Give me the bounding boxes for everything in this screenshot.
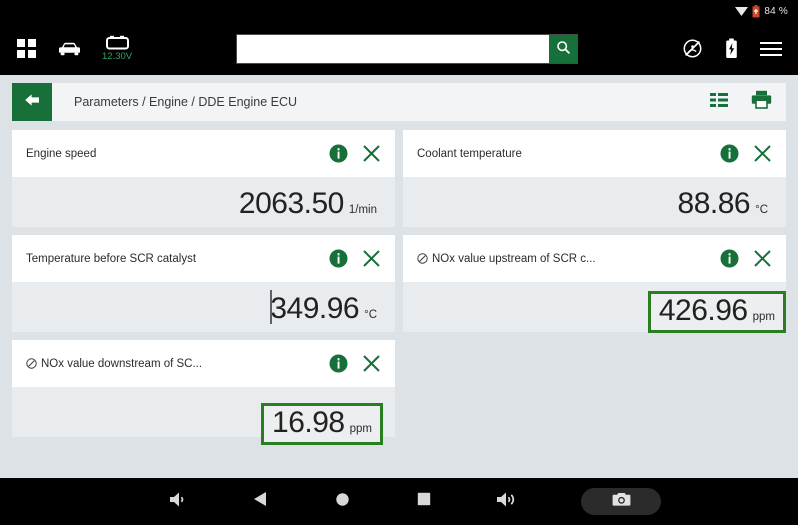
card-title: NOx value downstream of SC... <box>26 358 329 370</box>
volume-down-button[interactable] <box>137 478 219 525</box>
card-value-area: 2063.50 1/min <box>12 177 395 227</box>
text-caret <box>270 290 272 324</box>
card-title: Temperature before SCR catalyst <box>26 252 197 265</box>
card-title: Engine speed <box>26 147 97 160</box>
value-box-highlighted: 16.98 ppm <box>261 403 383 445</box>
battery-percent-label: 84 % <box>764 5 788 17</box>
close-icon[interactable] <box>362 144 381 163</box>
back-arrow-icon <box>23 92 42 113</box>
car-icon[interactable] <box>57 41 82 57</box>
parameter-value: 2063.50 <box>238 187 344 220</box>
search-input[interactable] <box>237 34 550 63</box>
system-status-bar: 84 % <box>0 0 798 22</box>
card-header: Coolant temperature <box>403 130 786 177</box>
blocked-circle-icon <box>417 252 428 264</box>
recents-button[interactable] <box>383 478 465 525</box>
value-box: 349.96 °C <box>264 293 383 326</box>
close-icon[interactable] <box>753 144 772 163</box>
parameter-unit: °C <box>364 309 377 321</box>
value-box: 2063.50 1/min <box>233 188 383 221</box>
card-value-area: 16.98 ppm <box>12 387 395 445</box>
info-icon[interactable] <box>329 354 348 373</box>
printer-icon[interactable] <box>751 90 772 114</box>
info-icon[interactable] <box>329 144 348 163</box>
circle-home-icon <box>335 492 350 512</box>
screenshot-button[interactable] <box>581 488 661 515</box>
card-title: Coolant temperature <box>417 147 522 160</box>
info-icon[interactable] <box>329 249 348 268</box>
search-button[interactable] <box>549 34 578 63</box>
volume-up-icon <box>496 491 517 513</box>
value-box-highlighted: 426.96 ppm <box>647 291 786 333</box>
square-recents-icon <box>417 492 431 511</box>
value-box: 88.86 °C <box>672 188 774 221</box>
parameter-unit: ppm <box>349 423 372 435</box>
volume-down-icon <box>169 491 188 513</box>
search-icon <box>556 40 571 58</box>
back-button[interactable] <box>219 478 301 525</box>
battery-voltage-icon <box>105 35 129 51</box>
card-title-text: NOx value downstream of SC... <box>41 357 203 370</box>
app-top-bar: 12.30V <box>0 22 798 75</box>
wifi-triangle-icon <box>735 6 749 17</box>
hamburger-menu-icon[interactable] <box>760 41 782 57</box>
triangle-back-icon <box>253 491 268 512</box>
tablet-screen: 84 % 12.30V Parameters / Engine / DDE En… <box>0 0 798 525</box>
parameter-card: Engine speed 2063.50 1/min <box>12 130 395 227</box>
close-icon[interactable] <box>753 249 772 268</box>
info-icon[interactable] <box>720 144 739 163</box>
card-header: NOx value upstream of SCR c... <box>403 235 786 282</box>
system-navigation-bar <box>0 478 798 525</box>
close-icon[interactable] <box>362 249 381 268</box>
parameter-card: NOx value downstream of SC... 16.98 ppm <box>12 340 395 445</box>
parameter-value: 426.96 <box>658 294 748 327</box>
parameter-card: NOx value upstream of SCR c... 426.96 pp… <box>403 235 786 333</box>
home-button[interactable] <box>301 478 383 525</box>
parameter-value: 16.98 <box>272 406 345 439</box>
back-button[interactable] <box>12 83 52 121</box>
battery-charging-icon[interactable] <box>725 38 738 59</box>
card-value-area: 88.86 °C <box>403 177 786 227</box>
card-header: Engine speed <box>12 130 395 177</box>
camera-icon <box>612 492 631 512</box>
info-icon[interactable] <box>720 249 739 268</box>
parameter-value: 349.96 <box>270 292 360 325</box>
card-title: NOx value upstream of SCR c... <box>417 253 720 265</box>
close-icon[interactable] <box>362 354 381 373</box>
card-header: NOx value downstream of SC... <box>12 340 395 387</box>
list-view-icon[interactable] <box>710 92 729 113</box>
parameter-unit: ppm <box>752 311 775 323</box>
parameter-unit: 1/min <box>348 204 377 216</box>
card-value-area: 349.96 °C <box>12 282 395 332</box>
parameter-card: Coolant temperature 88.86 °C <box>403 130 786 227</box>
blocked-circle-icon <box>26 357 37 369</box>
content-area: Parameters / Engine / DDE Engine ECU Eng… <box>0 75 798 478</box>
parameter-unit: °C <box>755 204 768 216</box>
card-header: Temperature before SCR catalyst <box>12 235 395 282</box>
card-title-text: NOx value upstream of SCR c... <box>432 252 596 265</box>
search-bar <box>237 34 578 63</box>
parameter-card-grid: Engine speed 2063.50 1/min Coolant tempe… <box>12 130 786 445</box>
parameter-card: Temperature before SCR catalyst 349.96 °… <box>12 235 395 332</box>
battery-voltage-indicator[interactable]: 12.30V <box>102 35 132 62</box>
battery-icon <box>752 4 760 18</box>
breadcrumb-bar: Parameters / Engine / DDE Engine ECU <box>12 83 786 121</box>
volume-up-button[interactable] <box>465 478 547 525</box>
voltage-label: 12.30V <box>102 51 133 63</box>
breadcrumb: Parameters / Engine / DDE Engine ECU <box>74 95 298 109</box>
no-connection-icon[interactable] <box>682 38 703 59</box>
apps-grid-icon[interactable] <box>16 38 37 59</box>
parameter-value: 88.86 <box>677 187 751 220</box>
card-value-area: 426.96 ppm <box>403 282 786 333</box>
